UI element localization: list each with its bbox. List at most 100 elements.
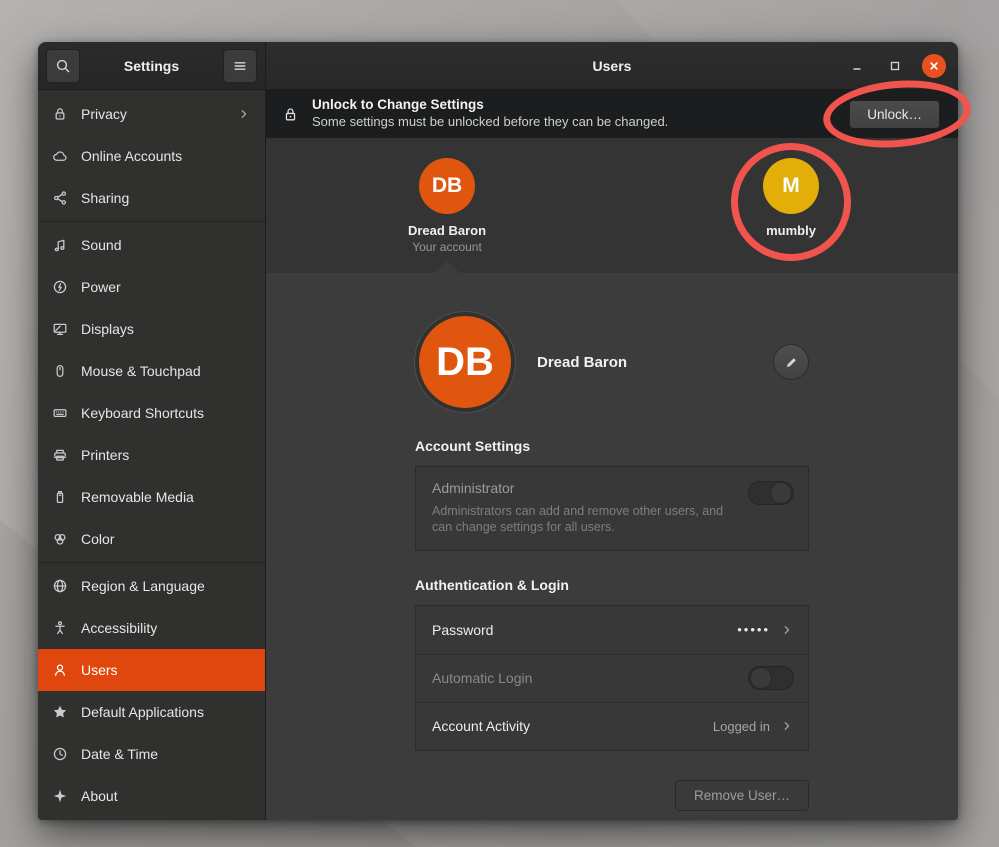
sidebar-item-label: Printers [81, 447, 251, 463]
sidebar-item-users[interactable]: Users [38, 649, 265, 691]
carousel-user-mumbly[interactable]: Mmumbly [721, 158, 861, 238]
sidebar-item-sharing[interactable]: Sharing [38, 177, 265, 219]
sidebar-item-label: Date & Time [81, 746, 251, 762]
banner-subtitle: Some settings must be unlocked before th… [312, 114, 836, 130]
carousel-user-name: mumbly [721, 223, 861, 238]
sidebar-divider [38, 221, 265, 222]
main-titlebar[interactable]: Users [266, 42, 958, 90]
unlock-banner: Unlock to Change Settings Some settings … [266, 90, 958, 138]
sidebar-item-removable-media[interactable]: Removable Media [38, 476, 265, 518]
sidebar-item-label: Sharing [81, 190, 251, 206]
carousel-user-name: Dread Baron [377, 223, 517, 238]
star-icon [52, 704, 68, 720]
keyboard-icon [52, 405, 68, 421]
usb-drive-icon [52, 489, 68, 505]
administrator-label: Administrator [432, 480, 792, 496]
users-icon [52, 662, 68, 678]
account-settings-heading: Account Settings [415, 438, 809, 454]
banner-text: Unlock to Change Settings Some settings … [312, 97, 836, 130]
sidebar-item-about[interactable]: About [38, 775, 265, 817]
administrator-row: Administrator Administrators can add and… [415, 466, 809, 551]
auth-row-account-activity[interactable]: Account Activity Logged in [416, 702, 808, 750]
window-controls [846, 42, 946, 89]
settings-window: Settings Users [38, 42, 958, 820]
auth-login-card: Password•••••Automatic LoginAccount Acti… [415, 605, 809, 751]
sidebar-item-label: Users [81, 662, 251, 678]
window-body: Privacy Online Accounts Sharing Sound Power D… [38, 90, 958, 820]
sidebar-item-label: Displays [81, 321, 251, 337]
auth-row-value: Logged in [713, 719, 770, 734]
sidebar-item-region-language[interactable]: Region & Language [38, 565, 265, 607]
menu-button[interactable] [223, 49, 257, 83]
chevron-right-icon [237, 107, 251, 121]
sidebar-item-accessibility[interactable]: Accessibility [38, 607, 265, 649]
banner-title: Unlock to Change Settings [312, 97, 836, 114]
sidebar-divider [38, 562, 265, 563]
remove-user-row: Remove User… [415, 780, 809, 811]
sidebar-item-label: Mouse & Touchpad [81, 363, 251, 379]
sidebar-item-label: Color [81, 531, 251, 547]
lock-icon [282, 106, 299, 123]
automatic-login-toggle[interactable] [748, 666, 794, 690]
user-avatar[interactable]: M [763, 158, 819, 214]
carousel-user-dread-baron[interactable]: DBDread BaronYour account [377, 158, 517, 254]
search-button[interactable] [46, 49, 80, 83]
password-dots: ••••• [737, 622, 770, 637]
sidebar-item-default-applications[interactable]: Default Applications [38, 691, 265, 733]
sidebar-item-displays[interactable]: Displays [38, 308, 265, 350]
close-button[interactable] [922, 54, 946, 78]
auth-row-title: Account Activity [432, 718, 703, 734]
color-wheel-icon [52, 531, 68, 547]
accessibility-icon [52, 620, 68, 636]
profile-row: DB Dread Baron [415, 312, 809, 412]
titlebar-row: Settings Users [38, 42, 958, 90]
administrator-toggle[interactable] [748, 481, 794, 505]
music-note-icon [52, 237, 68, 253]
sidebar-item-power[interactable]: Power [38, 266, 265, 308]
sidebar-item-label: About [81, 788, 251, 804]
maximize-button[interactable] [884, 55, 906, 77]
auth-row-automatic-login: Automatic Login [416, 654, 808, 702]
sidebar-item-date-time[interactable]: Date & Time [38, 733, 265, 775]
power-icon [52, 279, 68, 295]
sidebar-header: Settings [38, 42, 266, 90]
sidebar-item-color[interactable]: Color [38, 518, 265, 560]
sidebar-item-label: Privacy [81, 106, 224, 122]
sidebar-item-label: Online Accounts [81, 148, 251, 164]
toggle-knob [750, 667, 772, 689]
globe-icon [52, 578, 68, 594]
profile-name: Dread Baron [537, 354, 773, 371]
lock-icon [52, 106, 68, 122]
user-avatar-large[interactable]: DB [415, 312, 515, 412]
pencil-icon [784, 355, 799, 370]
sidebar-item-online-accounts[interactable]: Online Accounts [38, 135, 265, 177]
selected-user-pointer [434, 261, 460, 273]
mouse-icon [52, 363, 68, 379]
user-avatar[interactable]: DB [419, 158, 475, 214]
unlock-button[interactable]: Unlock… [849, 100, 940, 129]
sidebar-item-privacy[interactable]: Privacy [38, 93, 265, 135]
administrator-description: Administrators can add and remove other … [432, 503, 742, 536]
auth-row-password[interactable]: Password••••• [416, 606, 808, 654]
minimize-button[interactable] [846, 55, 868, 77]
user-details: DB Dread Baron Account Settings Administ… [266, 273, 958, 820]
sidebar-item-label: Power [81, 279, 251, 295]
auth-login-heading: Authentication & Login [415, 577, 809, 593]
remove-user-button[interactable]: Remove User… [675, 780, 809, 811]
sidebar-item-label: Sound [81, 237, 251, 253]
sidebar-item-label: Removable Media [81, 489, 251, 505]
sidebar-item-keyboard-shortcuts[interactable]: Keyboard Shortcuts [38, 392, 265, 434]
sidebar-item-label: Region & Language [81, 578, 251, 594]
user-carousel: DBDread BaronYour accountMmumbly [266, 138, 958, 273]
desktop-background: Settings Users [0, 0, 999, 847]
sidebar-item-mouse-touchpad[interactable]: Mouse & Touchpad [38, 350, 265, 392]
sidebar: Privacy Online Accounts Sharing Sound Power D… [38, 90, 266, 820]
users-panel: Unlock to Change Settings Some settings … [266, 90, 958, 820]
toggle-knob [770, 482, 792, 504]
sparkle-icon [52, 788, 68, 804]
sidebar-item-sound[interactable]: Sound [38, 224, 265, 266]
printer-icon [52, 447, 68, 463]
edit-name-button[interactable] [773, 344, 809, 380]
sidebar-item-printers[interactable]: Printers [38, 434, 265, 476]
sidebar-item-label: Keyboard Shortcuts [81, 405, 251, 421]
